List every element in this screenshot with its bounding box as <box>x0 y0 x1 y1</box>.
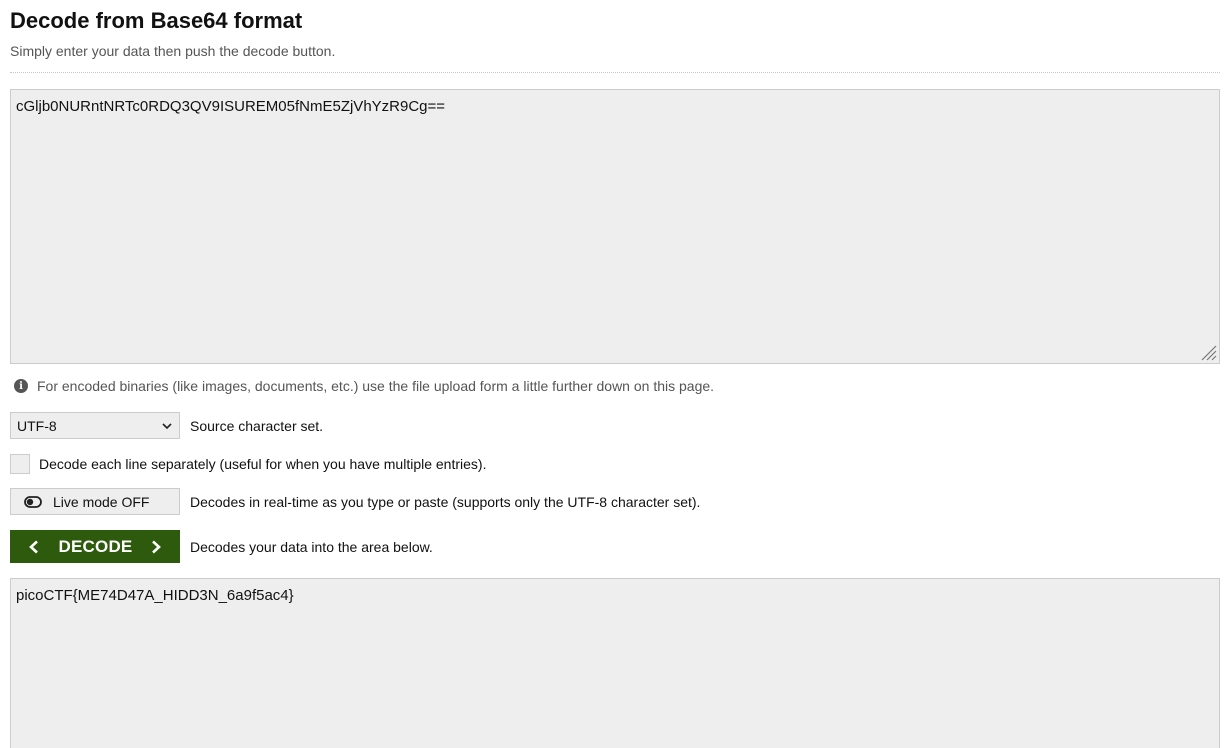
live-mode-description: Decodes in real-time as you type or past… <box>190 493 701 510</box>
decode-button-label: DECODE <box>58 536 133 556</box>
toggle-off-icon <box>24 495 42 508</box>
info-text: For encoded binaries (like images, docum… <box>37 378 715 394</box>
header-divider <box>10 72 1220 73</box>
line-separate-label[interactable]: Decode each line separately (useful for … <box>39 456 486 472</box>
decoded-output-textarea[interactable]: picoCTF{ME74D47A_HIDD3N_6a9f5ac4} <box>10 578 1220 748</box>
chevron-left-icon <box>28 540 38 553</box>
charset-label: Source character set. <box>190 417 324 434</box>
charset-row: UTF-8 Source character set. <box>10 412 323 439</box>
file-upload-info: i For encoded binaries (like images, doc… <box>14 376 714 396</box>
decode-description: Decodes your data into the area below. <box>190 538 433 555</box>
decode-row: DECODE Decodes your data into the area b… <box>10 530 433 563</box>
page-title: Decode from Base64 format <box>10 8 303 33</box>
live-mode-button[interactable]: Live mode OFF <box>10 488 180 515</box>
live-mode-row: Live mode OFF Decodes in real-time as yo… <box>10 488 700 515</box>
resize-grip-icon[interactable] <box>1199 343 1217 361</box>
base64-input-textarea[interactable]: cGljb0NURntNRTc0RDQ3QV9ISUREM05fNmE5ZjVh… <box>10 89 1220 364</box>
charset-select[interactable]: UTF-8 <box>10 412 180 439</box>
page-subtitle: Simply enter your data then push the dec… <box>10 43 336 59</box>
line-separate-checkbox[interactable] <box>10 454 30 474</box>
base64-decode-page: Decode from Base64 format Simply enter y… <box>0 0 1226 748</box>
charset-selected-value: UTF-8 <box>17 417 57 434</box>
chevron-down-icon <box>162 422 172 429</box>
live-mode-label: Live mode OFF <box>53 493 150 510</box>
chevron-right-icon <box>152 540 162 553</box>
info-icon: i <box>14 379 28 393</box>
line-separate-row: Decode each line separately (useful for … <box>10 453 486 475</box>
decode-button[interactable]: DECODE <box>10 530 180 563</box>
